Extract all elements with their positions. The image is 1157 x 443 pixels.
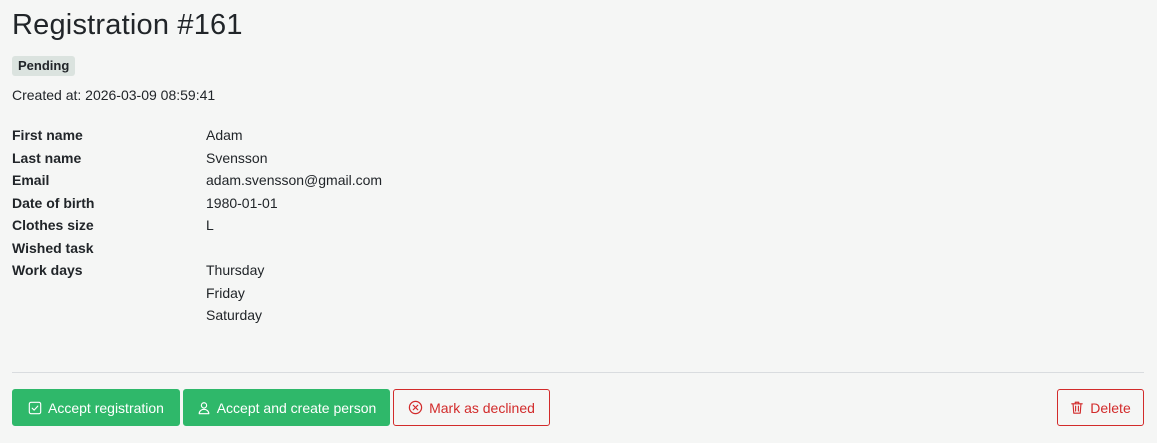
field-row-wished-task: Wished task: [12, 237, 612, 260]
check-square-icon: [28, 401, 42, 415]
field-value: L: [206, 217, 214, 233]
page-title: Registration #161: [12, 9, 243, 41]
work-day-item: Saturday: [206, 307, 263, 323]
accept-registration-button[interactable]: Accept registration: [12, 389, 180, 426]
delete-button[interactable]: Delete: [1057, 389, 1144, 426]
field-value: Adam: [206, 127, 243, 143]
registration-details: First name Adam Last name Svensson Email…: [12, 124, 612, 327]
divider: [12, 372, 1144, 373]
work-day-item: Friday: [206, 284, 245, 301]
field-row-first-name: First name Adam: [12, 124, 612, 147]
field-row-work-days: Work days Thursday Friday Saturday: [12, 259, 612, 327]
field-label: Clothes size: [12, 217, 94, 233]
person-icon: [197, 401, 211, 415]
work-day-item: Thursday: [206, 262, 265, 278]
field-row-email: Email adam.svensson@gmail.com: [12, 169, 612, 192]
accept-and-create-person-button[interactable]: Accept and create person: [183, 389, 390, 426]
field-value: 1980-01-01: [206, 194, 278, 211]
created-at: Created at: 2026-03-09 08:59:41: [12, 87, 216, 103]
field-row-last-name: Last name Svensson: [12, 147, 612, 170]
field-value-list: Thursday Friday Saturday: [206, 259, 264, 327]
x-circle-icon: [408, 400, 423, 415]
status-badge: Pending: [12, 56, 76, 76]
field-label: Wished task: [12, 239, 94, 256]
field-value: Svensson: [206, 149, 268, 166]
registration-page: Registration #161 Pending Created at: 20…: [0, 0, 1157, 443]
field-row-date-of-birth: Date of birth 1980-01-01: [12, 192, 612, 215]
accept-registration-label: Accept registration: [48, 399, 164, 416]
accept-and-create-person-label: Accept and create person: [216, 399, 377, 416]
mark-as-declined-label: Mark as declined: [429, 399, 535, 416]
field-label: Email: [12, 172, 50, 188]
field-label: First name: [12, 127, 83, 143]
delete-label: Delete: [1090, 399, 1131, 416]
field-row-clothes-size: Clothes size L: [12, 214, 612, 237]
mark-as-declined-button[interactable]: Mark as declined: [393, 389, 550, 426]
field-label: Work days: [12, 262, 83, 278]
field-label: Date of birth: [12, 194, 95, 211]
trash-icon: [1070, 400, 1084, 415]
field-value: adam.svensson@gmail.com: [206, 172, 383, 188]
field-label: Last name: [12, 149, 82, 166]
